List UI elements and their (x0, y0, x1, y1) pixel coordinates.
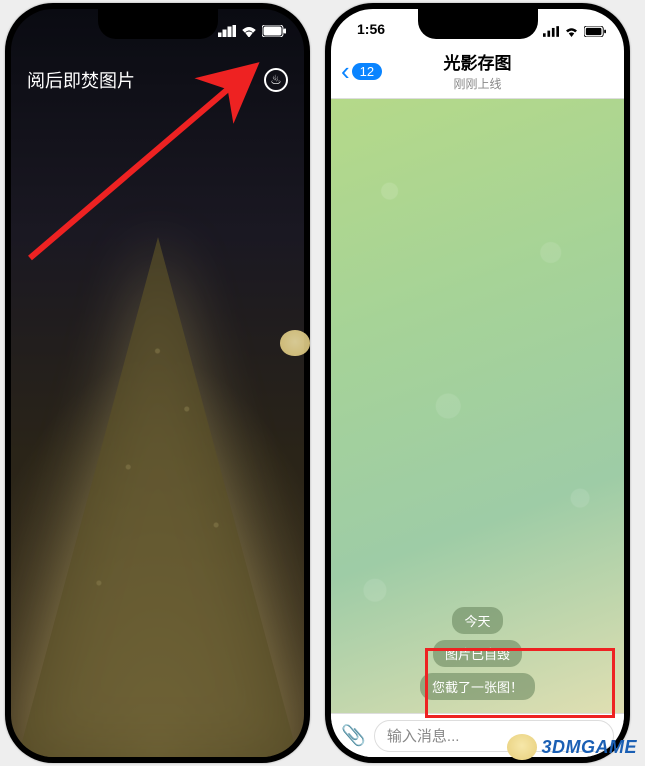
signal-icon (218, 25, 236, 37)
burn-photo-header: 阅后即焚图片 ♨ (11, 59, 304, 101)
unread-badge: 12 (352, 63, 382, 80)
watermark-mascot-center (280, 330, 350, 390)
status-icons (218, 25, 286, 37)
status-time: 1:56 (357, 21, 385, 37)
system-msg-destroyed: 图片已自毁 (433, 640, 522, 667)
watermark-text: 3DMGAME (541, 737, 637, 758)
watermark-corner: 3DMGAME (507, 734, 637, 760)
battery-icon (584, 26, 606, 37)
chat-subtitle: 刚刚上线 (453, 75, 501, 92)
input-placeholder: 输入消息... (387, 725, 460, 746)
attach-icon[interactable]: 📎 (341, 723, 366, 748)
screen-chat: 1:56 ‹ 12 光影存图 刚刚上线 今天 图片已自毁 您截了一张图！ (331, 9, 624, 757)
back-button[interactable]: ‹ 12 (341, 58, 382, 84)
system-messages: 今天 图片已自毁 您截了一张图！ (331, 604, 624, 703)
statusbar-right (524, 9, 624, 53)
burn-timer-icon[interactable]: ♨ (264, 68, 288, 92)
mascot-icon (507, 734, 537, 760)
photo-content[interactable] (11, 177, 304, 757)
system-msg-screenshot: 您截了一张图！ (420, 673, 535, 700)
chevron-left-icon: ‹ (341, 58, 350, 84)
phone-frame-right: 1:56 ‹ 12 光影存图 刚刚上线 今天 图片已自毁 您截了一张图！ (325, 3, 630, 763)
chat-area[interactable]: 今天 图片已自毁 您截了一张图！ (331, 99, 624, 713)
phone-frame-left: 阅后即焚图片 ♨ (5, 3, 310, 763)
battery-icon (262, 25, 286, 37)
status-icons (543, 26, 606, 37)
screen-burn-photo: 阅后即焚图片 ♨ (11, 9, 304, 757)
wifi-icon (241, 25, 257, 37)
date-pill: 今天 (452, 607, 502, 634)
chat-title[interactable]: 光影存图 (444, 49, 512, 74)
signal-icon (543, 26, 559, 37)
notch (418, 9, 538, 39)
burn-photo-title: 阅后即焚图片 (27, 67, 135, 93)
flame-icon: ♨ (270, 72, 282, 88)
notch (98, 9, 218, 39)
wifi-icon (564, 26, 579, 37)
